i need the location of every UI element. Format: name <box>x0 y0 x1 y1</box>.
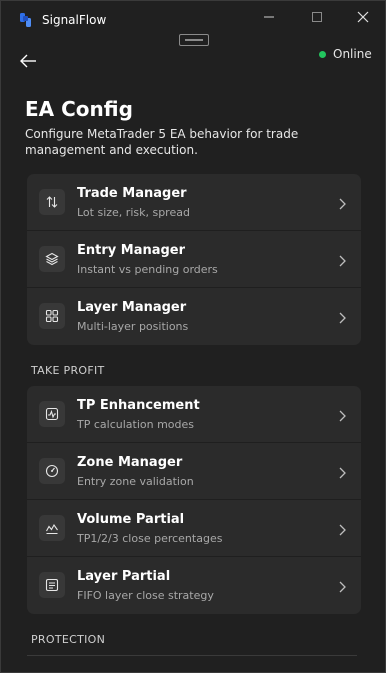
item-subtitle: Multi-layer positions <box>77 320 189 333</box>
connection-status: Online <box>319 47 372 61</box>
item-title: TP Enhancement <box>77 398 200 413</box>
item-title: Volume Partial <box>77 512 185 527</box>
grid-icon <box>39 303 65 329</box>
item-title: Layer Manager <box>77 300 187 315</box>
app-window: SignalFlow Online EA Config Configure Me… <box>0 0 386 673</box>
item-title: Entry Manager <box>77 243 186 258</box>
settings-item-volume-partial[interactable]: Volume Partial TP1/2/3 close percentages <box>27 500 361 557</box>
settings-item-tp-enhancement[interactable]: TP Enhancement TP calculation modes <box>27 386 361 443</box>
item-subtitle: TP calculation modes <box>77 418 195 431</box>
status-dot-icon <box>319 50 326 58</box>
chevron-right-icon <box>337 522 347 536</box>
item-subtitle: Lot size, risk, spread <box>77 206 190 219</box>
layers-icon <box>39 246 65 272</box>
general-settings-card: Trade Manager Lot size, risk, spread Ent… <box>27 174 361 345</box>
chevron-right-icon <box>337 310 347 324</box>
back-button[interactable] <box>17 51 39 71</box>
section-label-protection: PROTECTION <box>31 633 106 646</box>
close-icon <box>357 11 369 23</box>
item-subtitle: TP1/2/3 close percentages <box>77 532 223 545</box>
page-title: EA Config <box>25 97 133 121</box>
maximize-button[interactable] <box>303 7 331 27</box>
chevron-right-icon <box>337 253 347 267</box>
area-chart-icon <box>39 515 65 541</box>
take-profit-card: TP Enhancement TP calculation modes Zone… <box>27 386 361 614</box>
settings-item-layer-partial[interactable]: Layer Partial FIFO layer close strategy <box>27 557 361 614</box>
section-label-take-profit: TAKE PROFIT <box>31 364 105 377</box>
item-title: Layer Partial <box>77 569 171 584</box>
item-subtitle: Instant vs pending orders <box>77 263 218 276</box>
chevron-right-icon <box>337 465 347 479</box>
page-description: Configure MetaTrader 5 EA behavior for t… <box>25 127 299 157</box>
title-bar[interactable]: SignalFlow <box>1 1 385 37</box>
app-title: SignalFlow <box>42 13 107 27</box>
item-title: Zone Manager <box>77 455 183 470</box>
signalflow-logo-icon <box>19 12 33 28</box>
gauge-icon <box>39 458 65 484</box>
settings-item-trade-manager[interactable]: Trade Manager Lot size, risk, spread <box>27 174 361 231</box>
chevron-right-icon <box>337 408 347 422</box>
chevron-right-icon <box>337 579 347 593</box>
item-title: Trade Manager <box>77 186 187 201</box>
drag-handle[interactable] <box>179 34 209 46</box>
settings-item-zone-manager[interactable]: Zone Manager Entry zone validation <box>27 443 361 500</box>
status-text: Online <box>333 47 372 61</box>
protection-card-edge <box>27 655 357 656</box>
minimize-button[interactable] <box>255 7 283 27</box>
close-button[interactable] <box>349 7 377 27</box>
maximize-icon <box>312 12 322 22</box>
arrow-left-icon <box>20 54 36 68</box>
settings-item-entry-manager[interactable]: Entry Manager Instant vs pending orders <box>27 231 361 288</box>
chevron-right-icon <box>337 196 347 210</box>
minimize-icon <box>264 16 274 18</box>
arrows-up-down-icon <box>39 189 65 215</box>
settings-item-layer-manager[interactable]: Layer Manager Multi-layer positions <box>27 288 361 345</box>
item-subtitle: Entry zone validation <box>77 475 194 488</box>
list-box-icon <box>39 572 65 598</box>
item-subtitle: FIFO layer close strategy <box>77 589 214 602</box>
activity-icon <box>39 401 65 427</box>
